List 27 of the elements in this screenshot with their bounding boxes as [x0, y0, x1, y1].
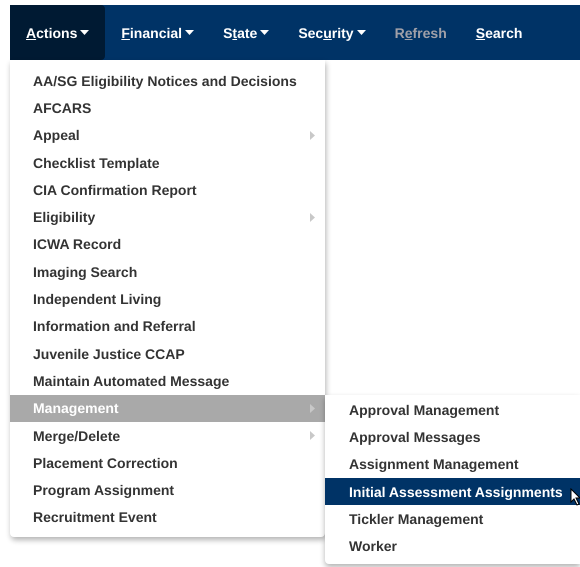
menu-item[interactable]: Program Assignment [10, 476, 325, 504]
menu-item[interactable]: Appeal [10, 122, 325, 149]
menu-item[interactable]: Independent Living [10, 285, 325, 313]
nav-menu-button[interactable]: Search [460, 5, 536, 60]
menu-item[interactable]: Eligibility [10, 203, 325, 231]
menu-item[interactable]: Checklist Template [10, 148, 325, 176]
menu-item[interactable]: Initial Assessment Assignments [325, 478, 580, 506]
nav-menu-button[interactable]: Security [282, 5, 379, 60]
menu-item[interactable]: Approval Messages [325, 423, 580, 451]
menu-item[interactable]: Assignment Management [325, 450, 580, 478]
menu-item[interactable]: CIA Confirmation Report [10, 176, 325, 204]
menu-item[interactable]: Approval Management [325, 396, 580, 424]
menu-item[interactable]: Recruitment Event [10, 504, 325, 532]
nav-menu-button[interactable]: Actions [10, 5, 106, 60]
menu-item[interactable]: AFCARS [10, 94, 325, 122]
menu-item[interactable]: Placement Correction [10, 449, 325, 476]
menu-item[interactable]: Maintain Automated Message [10, 367, 325, 395]
menu-item[interactable]: Tickler Management [325, 505, 580, 532]
nav-menu-button[interactable]: State [207, 5, 282, 60]
menu-item[interactable]: Information and Referral [10, 312, 325, 340]
menu-item[interactable]: AA/SG Eligibility Notices and Decisions [10, 67, 325, 94]
menu-item[interactable]: ICWA Record [10, 230, 325, 258]
menu-item[interactable]: Worker [325, 532, 580, 560]
menu-item[interactable]: Merge/Delete [10, 422, 325, 450]
nav-menu-button[interactable]: Financial [105, 5, 208, 60]
menu-item[interactable]: Juvenile Justice CCAP [10, 340, 325, 368]
menu-item[interactable]: Imaging Search [10, 258, 325, 286]
